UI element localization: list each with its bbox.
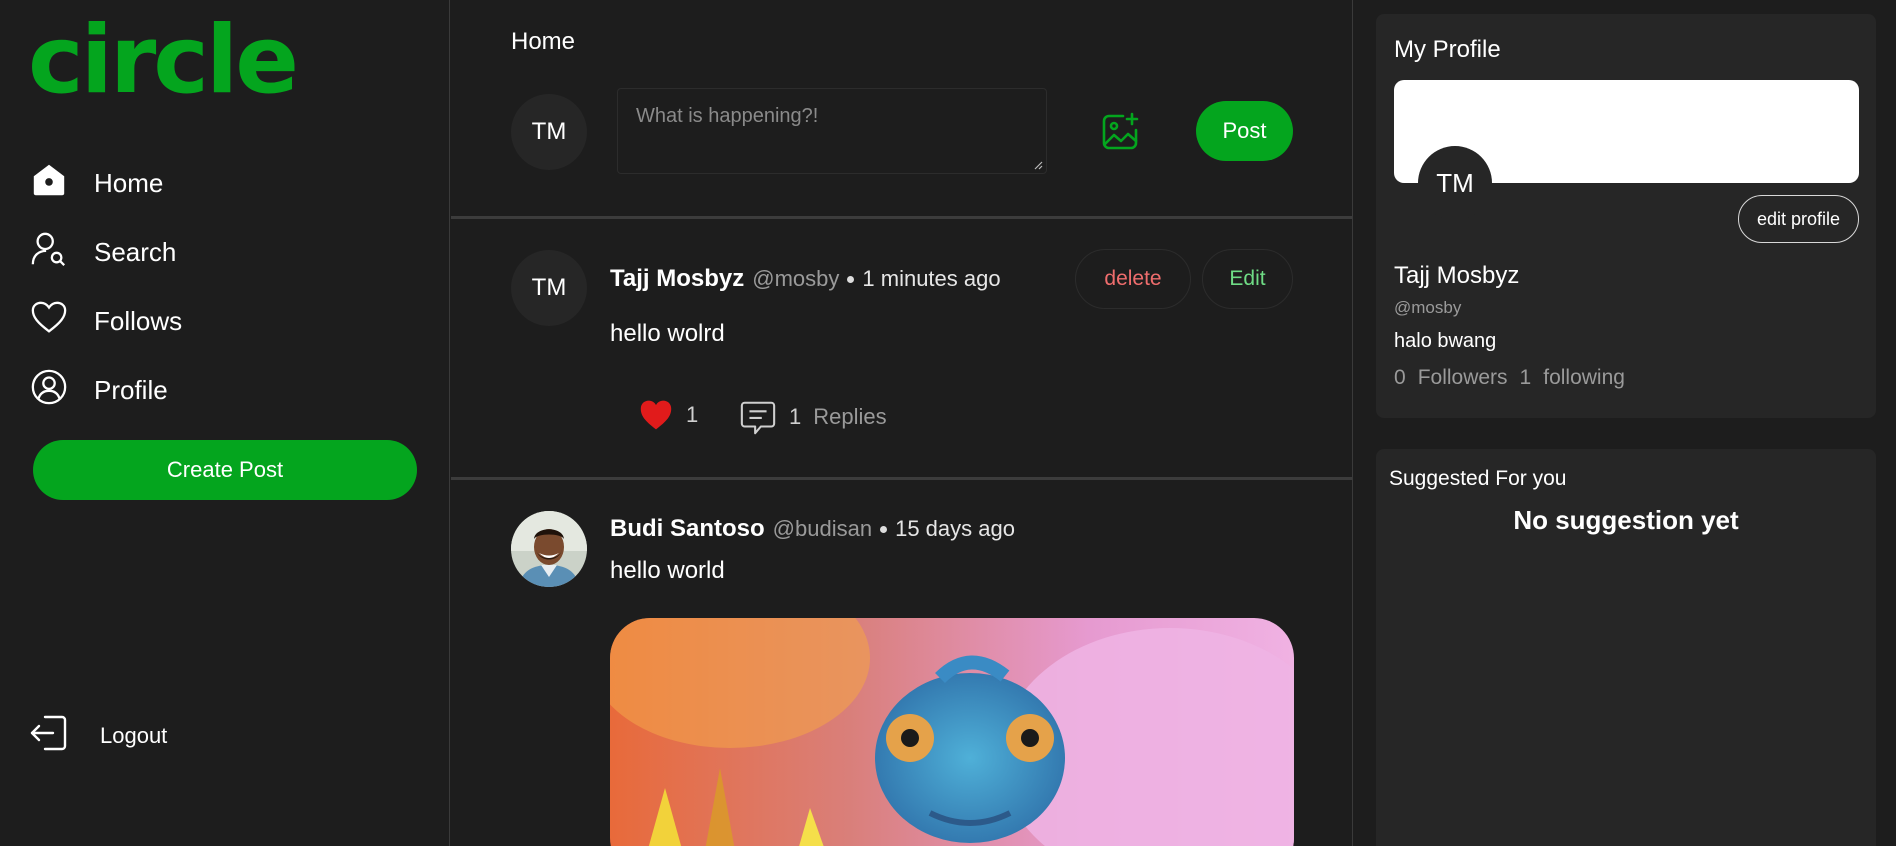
post-author-name[interactable]: Tajj Mosbyz (610, 265, 744, 293)
card-title: Suggested For you (1389, 467, 1567, 490)
sidebar-item-search[interactable]: Search (30, 227, 176, 277)
separator-dot (847, 275, 855, 283)
heart-icon (30, 299, 68, 344)
like-button[interactable]: 1 (638, 398, 698, 432)
post-header: Tajj Mosbyz @mosby 1 minutes ago (610, 265, 1001, 293)
post-author-handle[interactable]: @budisan (773, 516, 872, 542)
post-time: 1 minutes ago (862, 266, 1001, 291)
logout-label: Logout (100, 723, 168, 748)
comment-icon (740, 401, 776, 435)
profile-bio: halo bwang (1394, 330, 1497, 352)
sidebar-item-profile[interactable]: Profile (30, 365, 168, 415)
replies-button[interactable]: 1 Replies (739, 398, 887, 436)
post-time: 15 days ago (895, 516, 1015, 541)
compose-avatar: TM (511, 94, 587, 170)
profile-avatar[interactable]: TM (1418, 146, 1492, 220)
main-feed: Home TM Post TM Tajj Mosbyz @mosby 1 min… (451, 0, 1353, 846)
suggestions-card: Suggested For you No suggestion yet (1376, 449, 1876, 846)
replies-count: 1 (789, 404, 802, 429)
post-author-handle[interactable]: @mosby (752, 266, 839, 292)
profile-icon (30, 368, 68, 413)
resize-grip-icon[interactable] (1033, 160, 1043, 170)
add-image-icon[interactable] (1099, 110, 1143, 154)
post-author-name[interactable]: Budi Santoso (610, 515, 765, 543)
profile-handle: @mosby (1394, 298, 1462, 317)
logout-icon (28, 712, 70, 760)
post-body: hello world (610, 557, 725, 584)
sidebar-item-label: Profile (94, 374, 168, 405)
sidebar-item-home[interactable]: Home (30, 158, 163, 208)
post-avatar-photo[interactable] (511, 511, 587, 587)
replies-label: Replies (813, 404, 887, 429)
delete-post-button[interactable]: delete (1075, 249, 1191, 309)
divider (451, 477, 1352, 480)
create-post-button[interactable]: Create Post (33, 440, 417, 500)
like-count: 1 (686, 402, 699, 427)
page-title: Home (511, 28, 576, 55)
following-count: 1 (1519, 366, 1532, 389)
compose-input[interactable] (617, 88, 1047, 174)
left-sidebar: circle Home Search Follows Profile Creat… (0, 0, 450, 846)
sidebar-item-label: Home (94, 167, 164, 198)
app-logo[interactable]: circle (28, 14, 299, 108)
divider (451, 216, 1352, 219)
home-icon (30, 161, 68, 206)
post-avatar[interactable]: TM (511, 250, 587, 326)
post-header: Budi Santoso @budisan 15 days ago (610, 515, 1015, 543)
followers-count: 0 (1394, 366, 1406, 389)
sidebar-item-label: Follows (94, 305, 183, 336)
sidebar-item-follows[interactable]: Follows (30, 296, 182, 346)
search-user-icon (30, 230, 68, 275)
sidebar-item-label: Search (94, 236, 177, 267)
profile-name: Tajj Mosbyz (1394, 262, 1520, 289)
edit-post-button[interactable]: Edit (1202, 249, 1293, 309)
post-body: hello wolrd (610, 320, 725, 347)
my-profile-card: My Profile TM edit profile Tajj Mosbyz @… (1376, 14, 1876, 418)
post-image[interactable] (610, 618, 1294, 846)
profile-stats: 0 Followers 1 following (1394, 366, 1625, 390)
heart-filled-icon (640, 400, 672, 430)
followers-label[interactable]: Followers (1418, 366, 1508, 390)
card-title: My Profile (1394, 36, 1501, 63)
separator-dot (880, 525, 888, 533)
empty-state: No suggestion yet (1513, 505, 1739, 535)
logout-button[interactable]: Logout (28, 712, 167, 760)
edit-profile-button[interactable]: edit profile (1738, 195, 1859, 243)
post-button[interactable]: Post (1196, 101, 1293, 161)
app-root: circle Home Search Follows Profile Creat… (0, 0, 1896, 846)
following-label[interactable]: following (1543, 366, 1625, 390)
